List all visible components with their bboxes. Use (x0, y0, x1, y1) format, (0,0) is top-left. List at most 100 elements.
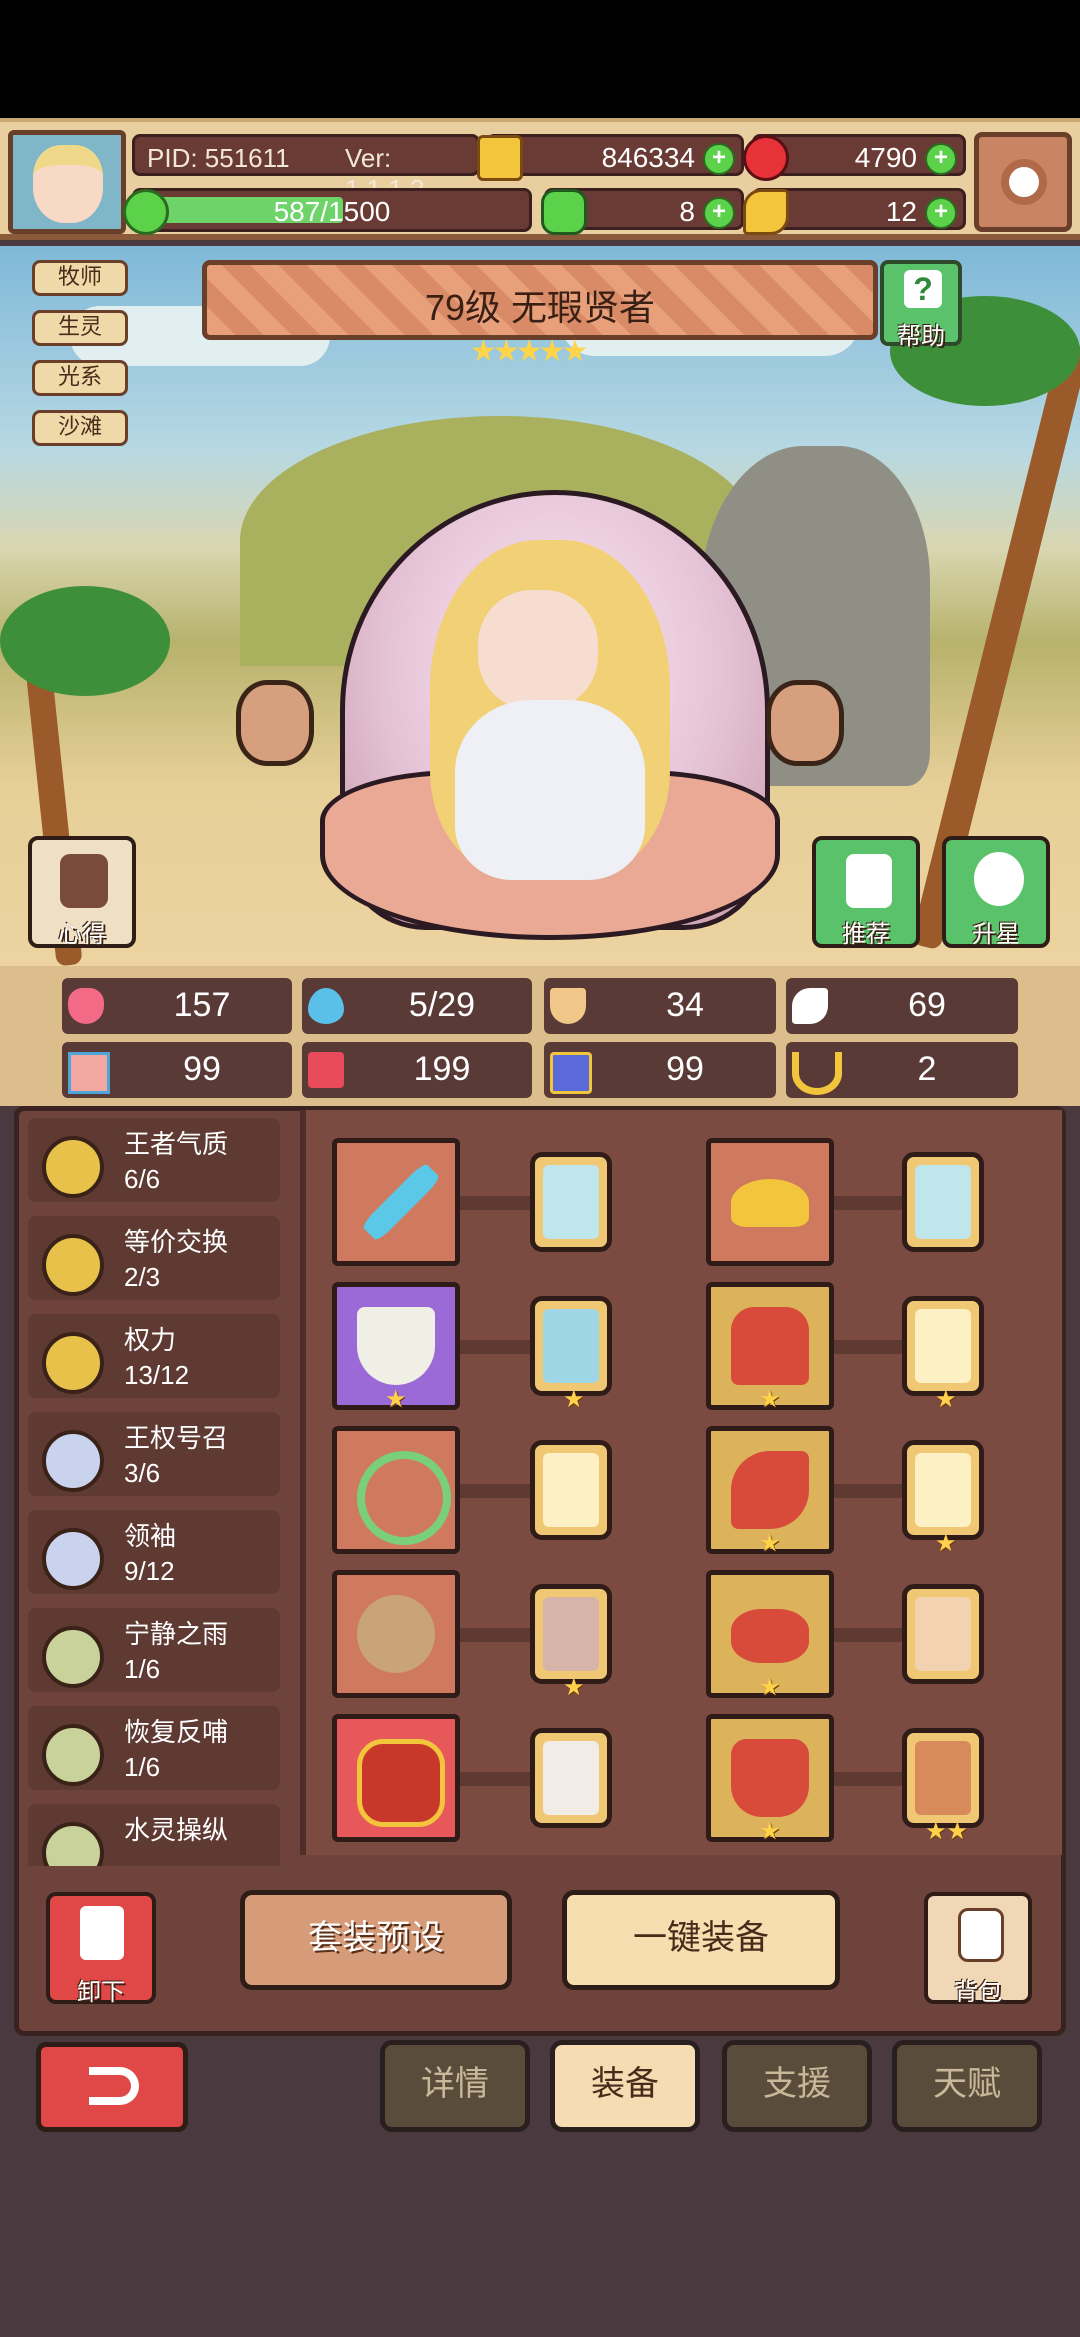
upgrade-star-button[interactable]: 升星 (942, 836, 1050, 948)
thumbs-up-icon (846, 854, 892, 908)
equip-all-button[interactable]: 一键装备 (562, 1890, 840, 1990)
rune-slot[interactable]: ★★ (902, 1728, 984, 1845)
skill-medal-icon (42, 1234, 104, 1296)
next-hero-arrow[interactable] (766, 680, 844, 766)
player-avatar[interactable] (8, 130, 126, 234)
gem-counter: 4790 + (743, 134, 966, 181)
clover-amount: 8 (679, 196, 695, 227)
exp-bar: 587/1500 (123, 188, 532, 235)
back-button[interactable] (36, 2042, 188, 2132)
equip-slot-armor[interactable]: ★ (706, 1282, 834, 1413)
equip-slot-hands[interactable]: ★ (706, 1426, 834, 1557)
slot-link (460, 1484, 530, 1498)
equip-slot-belt[interactable]: ★ (706, 1570, 834, 1701)
star-badge-icon (974, 852, 1024, 906)
add-key-button[interactable]: + (925, 197, 957, 229)
tab-equipment[interactable]: 装备 (550, 2040, 700, 2132)
backpack-icon (958, 1908, 1004, 1962)
recommend-button[interactable]: 推荐 (812, 836, 920, 948)
skill-item[interactable]: 权力 13/12 (28, 1314, 280, 1398)
stat-crit: 99 (544, 1042, 776, 1098)
recommend-label: 推荐 (842, 921, 890, 948)
notes-button[interactable]: 心得 (28, 836, 136, 948)
skill-name: 宁静之雨 (124, 1619, 229, 1649)
slot-link (834, 1772, 904, 1786)
rune-card-icon (543, 1309, 599, 1383)
rune-slot[interactable]: ★ (530, 1584, 612, 1701)
equip-slot-bag[interactable] (332, 1714, 460, 1842)
gold-coin-icon (477, 135, 523, 181)
rune-slot[interactable]: ★ (530, 1296, 612, 1413)
add-clover-button[interactable]: + (703, 197, 735, 229)
rune-card-icon (915, 1453, 971, 1527)
skill-item[interactable]: 恢复反哺 1/6 (28, 1706, 280, 1790)
shell-icon (357, 1595, 435, 1673)
skill-name: 恢复反哺 (124, 1717, 229, 1747)
hero-portrait[interactable] (478, 590, 598, 710)
slot-link (834, 1628, 904, 1642)
skill-item[interactable]: 领袖 9/12 (28, 1510, 280, 1594)
set-skill-list[interactable]: 王者气质 6/6 等价交换 2/3 权力 13/12 王权号召 3/6 领袖 9… (28, 1118, 298, 1868)
skill-item[interactable]: 水灵操纵 (28, 1804, 280, 1868)
element-tag[interactable]: 光系 (32, 360, 128, 396)
rune-card-icon (543, 1597, 599, 1671)
avatar-face (33, 145, 103, 223)
luck-value: 2 (917, 1050, 937, 1088)
set-preset-button[interactable]: 套装预设 (240, 1890, 512, 1990)
rune-slot[interactable] (530, 1728, 612, 1828)
skill-progress: 9/12 (124, 1556, 175, 1586)
rune-slot[interactable] (902, 1152, 984, 1252)
hero-level-name: 79级 无瑕贤者 (424, 287, 656, 328)
equip-slot-accessory[interactable] (332, 1570, 460, 1698)
tab-details[interactable]: 详情 (380, 2040, 530, 2132)
skill-name: 领袖 (124, 1521, 177, 1551)
equip-slot-feet[interactable]: ★ (706, 1714, 834, 1845)
palm-leaves-left (0, 586, 170, 696)
rune-card-icon (543, 1165, 599, 1239)
terrain-tag[interactable]: 沙滩 (32, 410, 128, 446)
rune-slot[interactable] (530, 1152, 612, 1252)
rune-star: ★ (935, 1386, 957, 1413)
tab-talent[interactable]: 天赋 (892, 2040, 1042, 2132)
slot-link (460, 1628, 530, 1642)
skill-medal-icon (42, 1724, 104, 1786)
equip-slot-neck[interactable] (332, 1426, 460, 1554)
bag-button[interactable]: 背包 (924, 1892, 1032, 2006)
slot-link (460, 1196, 530, 1210)
skill-item[interactable]: 王者气质 6/6 (28, 1118, 280, 1202)
skill-item[interactable]: 王权号召 3/6 (28, 1412, 280, 1496)
rune-slot[interactable] (902, 1584, 984, 1684)
add-gold-button[interactable]: + (703, 143, 735, 175)
rune-star: ★ (563, 1386, 585, 1413)
skill-item[interactable]: 宁静之雨 1/6 (28, 1608, 280, 1692)
skill-item[interactable]: 等价交换 2/3 (28, 1216, 280, 1300)
skill-progress: 2/3 (124, 1262, 161, 1292)
shield-icon (550, 988, 586, 1024)
prev-hero-arrow[interactable] (236, 680, 314, 766)
equip-slot-offhand[interactable]: ★ (332, 1282, 460, 1413)
item-star: ★ (759, 1386, 781, 1413)
help-button[interactable]: ? 帮助 (880, 260, 962, 350)
rune-slot[interactable] (530, 1440, 612, 1540)
add-gem-button[interactable]: + (925, 143, 957, 175)
stat-magic: 199 (302, 1042, 532, 1098)
rune-slot[interactable]: ★ (902, 1296, 984, 1413)
rune-slot[interactable]: ★ (902, 1440, 984, 1557)
unequip-button[interactable]: 卸下 (46, 1892, 156, 2006)
fist-icon (68, 1052, 110, 1094)
equip-slot-head[interactable] (706, 1138, 834, 1266)
race-tag[interactable]: 生灵 (32, 310, 128, 346)
key-counter: 12 + (743, 188, 966, 235)
stat-luck: 2 (786, 1042, 1018, 1098)
stat-speed: 69 (786, 978, 1018, 1034)
skill-name: 王者气质 (124, 1129, 229, 1159)
magic-value: 199 (413, 1050, 471, 1088)
gold-counter: 846334 + (477, 134, 744, 181)
equip-slot-weapon[interactable] (332, 1138, 460, 1266)
status-bar (0, 0, 1080, 118)
crown-icon (731, 1179, 809, 1227)
settings-button[interactable] (974, 132, 1072, 232)
tab-support[interactable]: 支援 (722, 2040, 872, 2132)
skill-progress: 1/6 (124, 1654, 161, 1684)
class-tag[interactable]: 牧师 (32, 260, 128, 296)
